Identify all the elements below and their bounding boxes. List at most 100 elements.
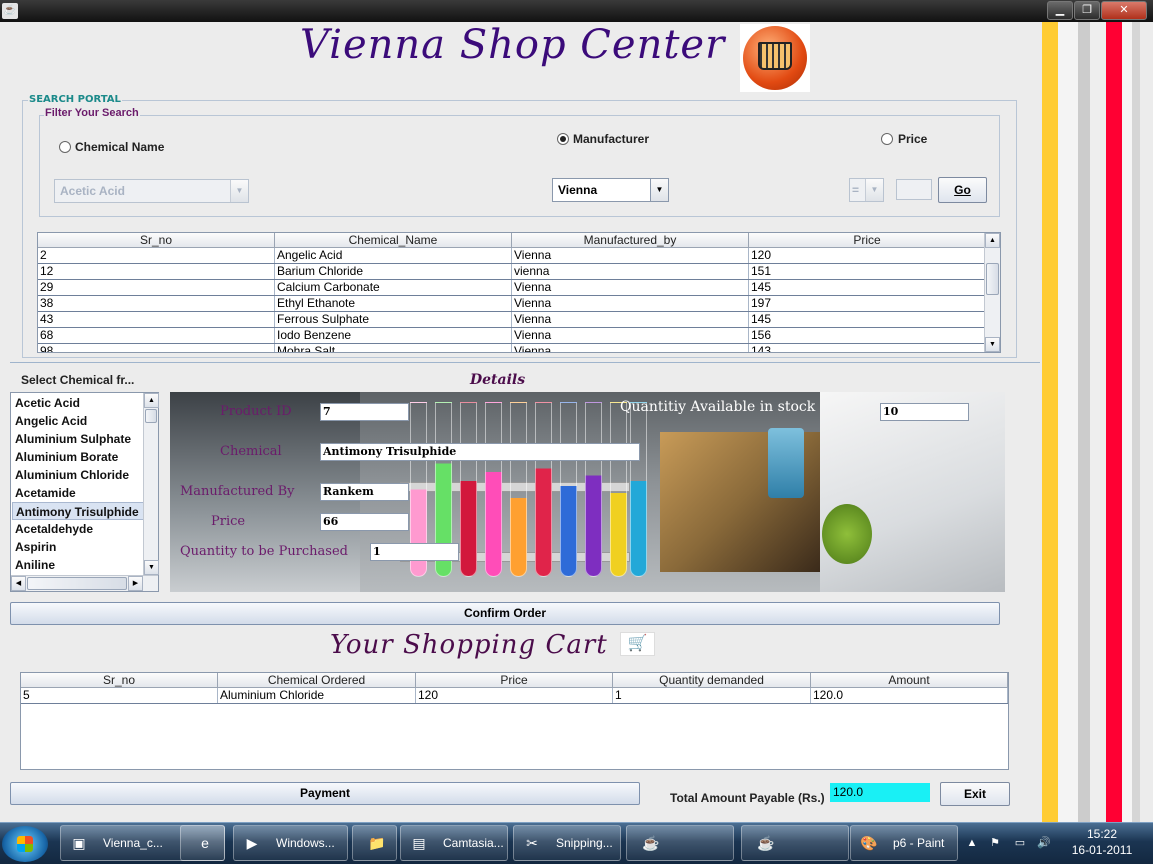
table-row[interactable]: 12 Barium Chloride vienna 151 (38, 264, 1000, 280)
quantity-purchase-field[interactable]: 1 (370, 543, 459, 561)
column-header[interactable]: Chemical_Name (275, 233, 512, 247)
results-table[interactable]: Sr_no Chemical_Name Manufactured_by Pric… (37, 232, 1001, 353)
taskbar-item[interactable]: ▤ Camtasia... (400, 825, 508, 861)
start-button[interactable] (2, 826, 48, 862)
table-row[interactable]: 2 Angelic Acid Vienna 120 (38, 248, 1000, 264)
scroll-up-icon[interactable]: ▲ (985, 233, 1000, 248)
green-flask (822, 504, 872, 564)
chevron-down-icon[interactable]: ▼ (650, 179, 668, 201)
chemical-list-item[interactable]: Acetaldehyde (12, 520, 144, 538)
chemical-list-item[interactable]: Aniline (12, 556, 144, 574)
list-hscrollbar[interactable]: ◀ ▶ (11, 575, 158, 591)
exit-button[interactable]: Exit (940, 782, 1010, 806)
taskbar-item[interactable]: ☕ (741, 825, 849, 861)
taskbar-item-label: Camtasia... (443, 836, 504, 850)
scroll-thumb[interactable] (27, 577, 127, 590)
cart-row[interactable]: 5 Aluminium Chloride 120 1 120.0 (21, 688, 1008, 704)
table-cell: Ethyl Ethanote (275, 296, 512, 311)
radio-chemical-name-label: Chemical Name (75, 140, 165, 154)
tray-clock[interactable]: 15:22 16-01-2011 (1062, 826, 1142, 858)
taskbar-item[interactable]: 🎨 p6 - Paint (850, 825, 958, 861)
chemical-list-item[interactable]: Acetic Acid (12, 394, 144, 412)
chemical-list-item[interactable]: Angelic Acid (12, 412, 144, 430)
cart-cell: Aluminium Chloride (218, 688, 416, 703)
table-cell: Mohra Salt (275, 344, 512, 352)
section-divider (10, 362, 1040, 363)
action-center-icon[interactable]: ⚑ (988, 836, 1002, 850)
price-operator-combo[interactable]: = ▼ (849, 178, 884, 202)
scroll-thumb[interactable] (986, 263, 999, 295)
radio-price[interactable] (881, 133, 893, 145)
taskbar-app-icon: ▶ (246, 835, 258, 851)
taskbar-app-icon: ☕ (757, 835, 775, 851)
go-button[interactable]: Go (938, 177, 987, 203)
taskbar-item-label: Vienna_c... (103, 836, 163, 850)
scroll-down-icon[interactable]: ▼ (144, 560, 159, 575)
stock-field[interactable]: 10 (880, 403, 969, 421)
payment-button[interactable]: Payment (10, 782, 640, 805)
chemical-list-item[interactable]: Aluminium Chloride (12, 466, 144, 484)
minimize-button[interactable]: ▁ (1047, 1, 1073, 20)
taskbar-item[interactable]: e (180, 825, 225, 861)
chemical-list-item[interactable]: Aluminium Borate (12, 448, 144, 466)
scroll-up-icon[interactable]: ▲ (144, 393, 159, 408)
column-header[interactable]: Amount (811, 673, 1008, 687)
scroll-left-icon[interactable]: ◀ (11, 576, 26, 591)
taskbar-item-label: Windows... (276, 836, 335, 850)
price-input[interactable] (896, 179, 932, 200)
taskbar-item[interactable]: 📁 (352, 825, 397, 861)
taskbar-app-icon: ▤ (412, 835, 426, 851)
results-scrollbar[interactable]: ▲ ▼ (984, 233, 1000, 352)
scroll-right-icon[interactable]: ▶ (128, 576, 143, 591)
taskbar-item[interactable]: ✂ Snipping... (513, 825, 621, 861)
taskbar-item[interactable]: ☕ (626, 825, 734, 861)
table-row[interactable]: 98 Mohra Salt Vienna 143 (38, 344, 1000, 352)
table-row[interactable]: 68 Iodo Benzene Vienna 156 (38, 328, 1000, 344)
confirm-order-button[interactable]: Confirm Order (10, 602, 1000, 625)
manufactured-by-field[interactable]: Rankem (320, 483, 409, 501)
list-vscrollbar[interactable]: ▲ ▼ (143, 393, 159, 575)
network-icon[interactable]: ▭ (1013, 836, 1027, 850)
column-header[interactable]: Price (416, 673, 613, 687)
chemical-list-item[interactable]: Acetamide (12, 484, 144, 502)
taskbar-item[interactable]: ▶ Windows... (233, 825, 348, 861)
volume-icon[interactable]: 🔊 (1037, 836, 1051, 850)
table-row[interactable]: 38 Ethyl Ethanote Vienna 197 (38, 296, 1000, 312)
scroll-thumb[interactable] (145, 409, 157, 423)
table-cell: Iodo Benzene (275, 328, 512, 343)
table-row[interactable]: 43 Ferrous Sulphate Vienna 145 (38, 312, 1000, 328)
column-header[interactable]: Quantity demanded (613, 673, 811, 687)
radio-manufacturer[interactable] (557, 133, 569, 145)
scroll-down-icon[interactable]: ▼ (985, 337, 1000, 352)
chemical-list-item[interactable]: Aluminium Sulphate (12, 430, 144, 448)
test-tube (585, 402, 602, 577)
clock-date: 16-01-2011 (1071, 843, 1133, 857)
price-field[interactable]: 66 (320, 513, 409, 531)
column-header[interactable]: Sr_no (38, 233, 275, 247)
blue-flask (768, 428, 804, 498)
chemical-listbox[interactable]: Acetic Acid Angelic Acid Aluminium Sulphat… (10, 392, 159, 592)
test-tube (460, 402, 477, 577)
chevron-down-icon[interactable]: ▼ (230, 180, 248, 202)
chemical-field[interactable]: Antimony Trisulphide (320, 443, 640, 461)
chevron-down-icon[interactable]: ▼ (865, 179, 883, 201)
results-table-body: 2 Angelic Acid Vienna 120 12 Barium Chloride v… (38, 248, 1000, 352)
column-header[interactable]: Price (749, 233, 986, 247)
close-button[interactable]: ✕ (1101, 1, 1147, 20)
column-header[interactable]: Manufactured_by (512, 233, 749, 247)
table-cell: Ferrous Sulphate (275, 312, 512, 327)
manufacturer-combo[interactable]: Vienna ▼ (552, 178, 669, 202)
chemical-list-item[interactable]: Antimony Trisulphide (12, 502, 144, 520)
cart-title: Your Shopping Cart (330, 630, 608, 660)
column-header[interactable]: Chemical Ordered (218, 673, 416, 687)
table-cell: 38 (38, 296, 275, 311)
chemical-list-item[interactable]: Aspirin (12, 538, 144, 556)
column-header[interactable]: Sr_no (21, 673, 218, 687)
table-row[interactable]: 29 Calcium Carbonate Vienna 145 (38, 280, 1000, 296)
product-id-field[interactable]: 7 (320, 403, 409, 421)
chemical-name-combo[interactable]: Acetic Acid ▼ (54, 179, 249, 203)
tray-expand-icon[interactable]: ▲ (965, 836, 979, 850)
radio-chemical-name[interactable] (59, 141, 71, 153)
maximize-button[interactable]: ❐ (1074, 1, 1100, 20)
cart-table[interactable]: Sr_no Chemical Ordered Price Quantity de… (20, 672, 1009, 770)
